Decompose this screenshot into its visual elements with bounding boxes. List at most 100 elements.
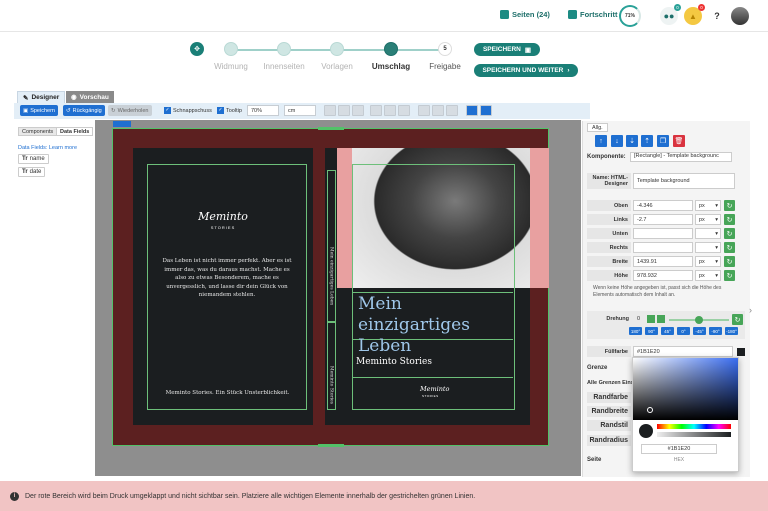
tooltip-toggle[interactable]: ✓ Tooltip [214,105,245,116]
rotation-plus-icon[interactable] [657,315,665,323]
reset-icon[interactable]: ↻ [732,314,743,325]
tab-general[interactable]: Allg. [587,123,608,132]
step-innenseiten[interactable] [277,42,291,56]
rotate-minus45-button[interactable]: -45° [693,327,706,335]
front-title: Mein einzigartiges Leben [358,294,470,356]
pages-button[interactable]: Seiten (24) [500,10,550,19]
height-unit-select[interactable]: px ▾ [695,270,721,281]
resize-handle-top[interactable] [318,127,344,130]
reset-icon[interactable]: ↻ [724,228,735,239]
notifications-button[interactable]: ▲ 0 [684,4,705,25]
step-widmung[interactable] [224,42,238,56]
name-input[interactable]: Template background [633,173,735,189]
fill-input[interactable]: #1B1E20 [633,346,733,357]
chevron-down-icon: ▾ [715,230,718,237]
align-bottom-icon[interactable] [352,105,364,116]
tab-designer[interactable]: ✎ Designer [17,91,66,103]
selection-handle-label[interactable] [113,121,131,127]
data-field-date[interactable]: Tr date [18,167,46,177]
grid-icon[interactable]: ✥ [190,42,204,56]
bottom-input[interactable] [633,228,693,239]
rotate-minus180-button[interactable]: -180° [725,327,738,335]
width-unit-select[interactable]: px ▾ [695,256,721,267]
align-top-icon[interactable] [324,105,336,116]
rotate-45-button[interactable]: 45° [661,327,674,335]
left-unit-select[interactable]: px ▾ [695,214,721,225]
tab-data-fields[interactable]: Data Fields [56,127,94,136]
floppy-icon: ▣ [23,107,29,114]
undo-button[interactable]: ↺ Rückgängig [63,105,105,116]
data-field-name[interactable]: Tr name [18,154,49,164]
border-color-label: Randfarbe [587,392,631,403]
fit-height-icon[interactable] [480,105,492,116]
distribute-v-icon[interactable] [432,105,444,116]
reset-icon[interactable]: ↻ [724,270,735,281]
learn-more-link[interactable]: Data Fields: Learn more [18,145,77,151]
hex-input[interactable]: #1B1E20 [641,444,717,454]
rotation-slider-handle[interactable] [695,316,703,324]
tab-preview[interactable]: ◉ Vorschau [66,91,114,103]
rotation-minus-icon[interactable] [647,315,655,323]
resize-icon[interactable] [446,105,458,116]
align-right-icon[interactable] [398,105,410,116]
step-vorlagen[interactable] [330,42,344,56]
reset-icon[interactable]: ↻ [724,256,735,267]
rotate-0-button[interactable]: 0° [677,327,690,335]
redo-button[interactable]: ↻ Wiederholen [108,105,152,116]
top-input[interactable]: -4.346 [633,200,693,211]
hue-slider[interactable] [657,424,731,429]
layer-down-icon[interactable]: ↓ [611,135,623,147]
bottom-unit-select[interactable]: ▾ [695,228,721,239]
rotate-90-button[interactable]: 90° [645,327,658,335]
right-unit-select[interactable]: ▾ [695,242,721,253]
right-input[interactable] [633,242,693,253]
step-umschlag[interactable] [384,42,398,56]
align-left-icon[interactable] [370,105,382,116]
color-picker[interactable]: #1B1E20 HEX [632,357,739,472]
component-select[interactable]: [Rectangle] - Template backgrounc [630,152,732,162]
save-button[interactable]: SPEICHERN ▣ [474,43,540,56]
fit-width-icon[interactable] [466,105,478,116]
tab-components[interactable]: Components [18,127,58,136]
fill-swatch[interactable] [737,348,745,356]
reset-icon[interactable]: ↻ [724,200,735,211]
users-button[interactable]: ●● 0 [660,4,681,25]
layer-up-icon[interactable]: ↑ [595,135,607,147]
move-down-icon[interactable]: ⇣ [626,135,638,147]
zoom-select[interactable]: 70% [247,105,279,116]
align-middle-icon[interactable] [338,105,350,116]
rotate-180-button[interactable]: 180° [629,327,642,335]
help-button[interactable]: ? [708,7,726,25]
delete-icon[interactable]: 🗑 [673,135,685,147]
rotate-minus90-button[interactable]: -90° [709,327,722,335]
top-unit-select[interactable]: px ▾ [695,200,721,211]
align-center-icon[interactable] [384,105,396,116]
data-field-label: name [29,156,45,162]
reset-icon[interactable]: ↻ [724,214,735,225]
toolbar-save-button[interactable]: ▣ Speichern [20,105,58,116]
spine-author: Meminto Stories [328,366,334,404]
saturation-handle[interactable] [647,407,653,413]
move-up-icon[interactable]: ⇡ [641,135,653,147]
resize-handle-bottom[interactable] [318,444,344,447]
progress-button[interactable]: Fortschritt [568,10,618,19]
avatar[interactable] [731,7,749,25]
panel-collapse-icon[interactable]: › [749,305,752,315]
left-input[interactable]: -2.7 [633,214,693,225]
reset-icon[interactable]: ↻ [724,242,735,253]
alpha-slider[interactable] [657,432,731,437]
users-icon: ●● [663,11,675,21]
distribute-h-icon[interactable] [418,105,430,116]
step-freigabe[interactable]: 5 [438,42,452,56]
front-logo: Meminto [420,385,450,393]
back-logo-sub: STORIES [210,225,236,230]
unit-value: px [699,258,705,265]
unit-select[interactable]: cm [284,105,316,116]
snapshot-toggle[interactable]: ✓ Schnappschuss [161,105,215,116]
save-next-button[interactable]: SPEICHERN UND WEITER › [474,64,578,77]
height-input[interactable]: 978.932 [633,270,693,281]
checkbox-checked-icon: ✓ [164,107,171,114]
width-input[interactable]: 1439.91 [633,256,693,267]
warning-message: Der rote Bereich wird beim Druck umgekla… [25,492,476,500]
copy-icon[interactable]: ❐ [657,135,669,147]
